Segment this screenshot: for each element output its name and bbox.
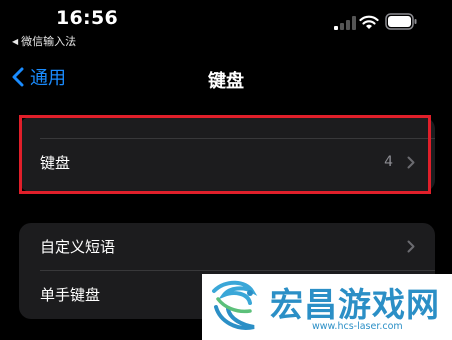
page-title: 键盘 <box>208 71 244 92</box>
back-app-label: 微信输入法 <box>21 35 77 48</box>
highlight-box <box>19 115 431 194</box>
back-to-app-link[interactable]: ◀ 微信输入法 <box>12 33 76 49</box>
cellular-signal-icon <box>334 16 356 30</box>
watermark: 宏昌游戏网 www.hcs-laser.com <box>202 274 452 340</box>
text-replacement-label: 自定义短语 <box>40 237 116 256</box>
watermark-dragon-logo-icon <box>212 280 258 330</box>
one-handed-keyboard-label: 单手键盘 <box>40 285 101 304</box>
status-time: 16:56 <box>56 7 118 29</box>
text-replacement-row[interactable]: 自定义短语 <box>19 223 435 269</box>
watermark-url: www.hcs-laser.com <box>312 321 403 332</box>
wifi-icon <box>359 15 379 29</box>
back-triangle-icon: ◀ <box>12 36 19 46</box>
watermark-title: 宏昌游戏网 <box>270 285 440 324</box>
chevron-right-icon <box>407 240 415 252</box>
battery-icon <box>385 13 417 30</box>
